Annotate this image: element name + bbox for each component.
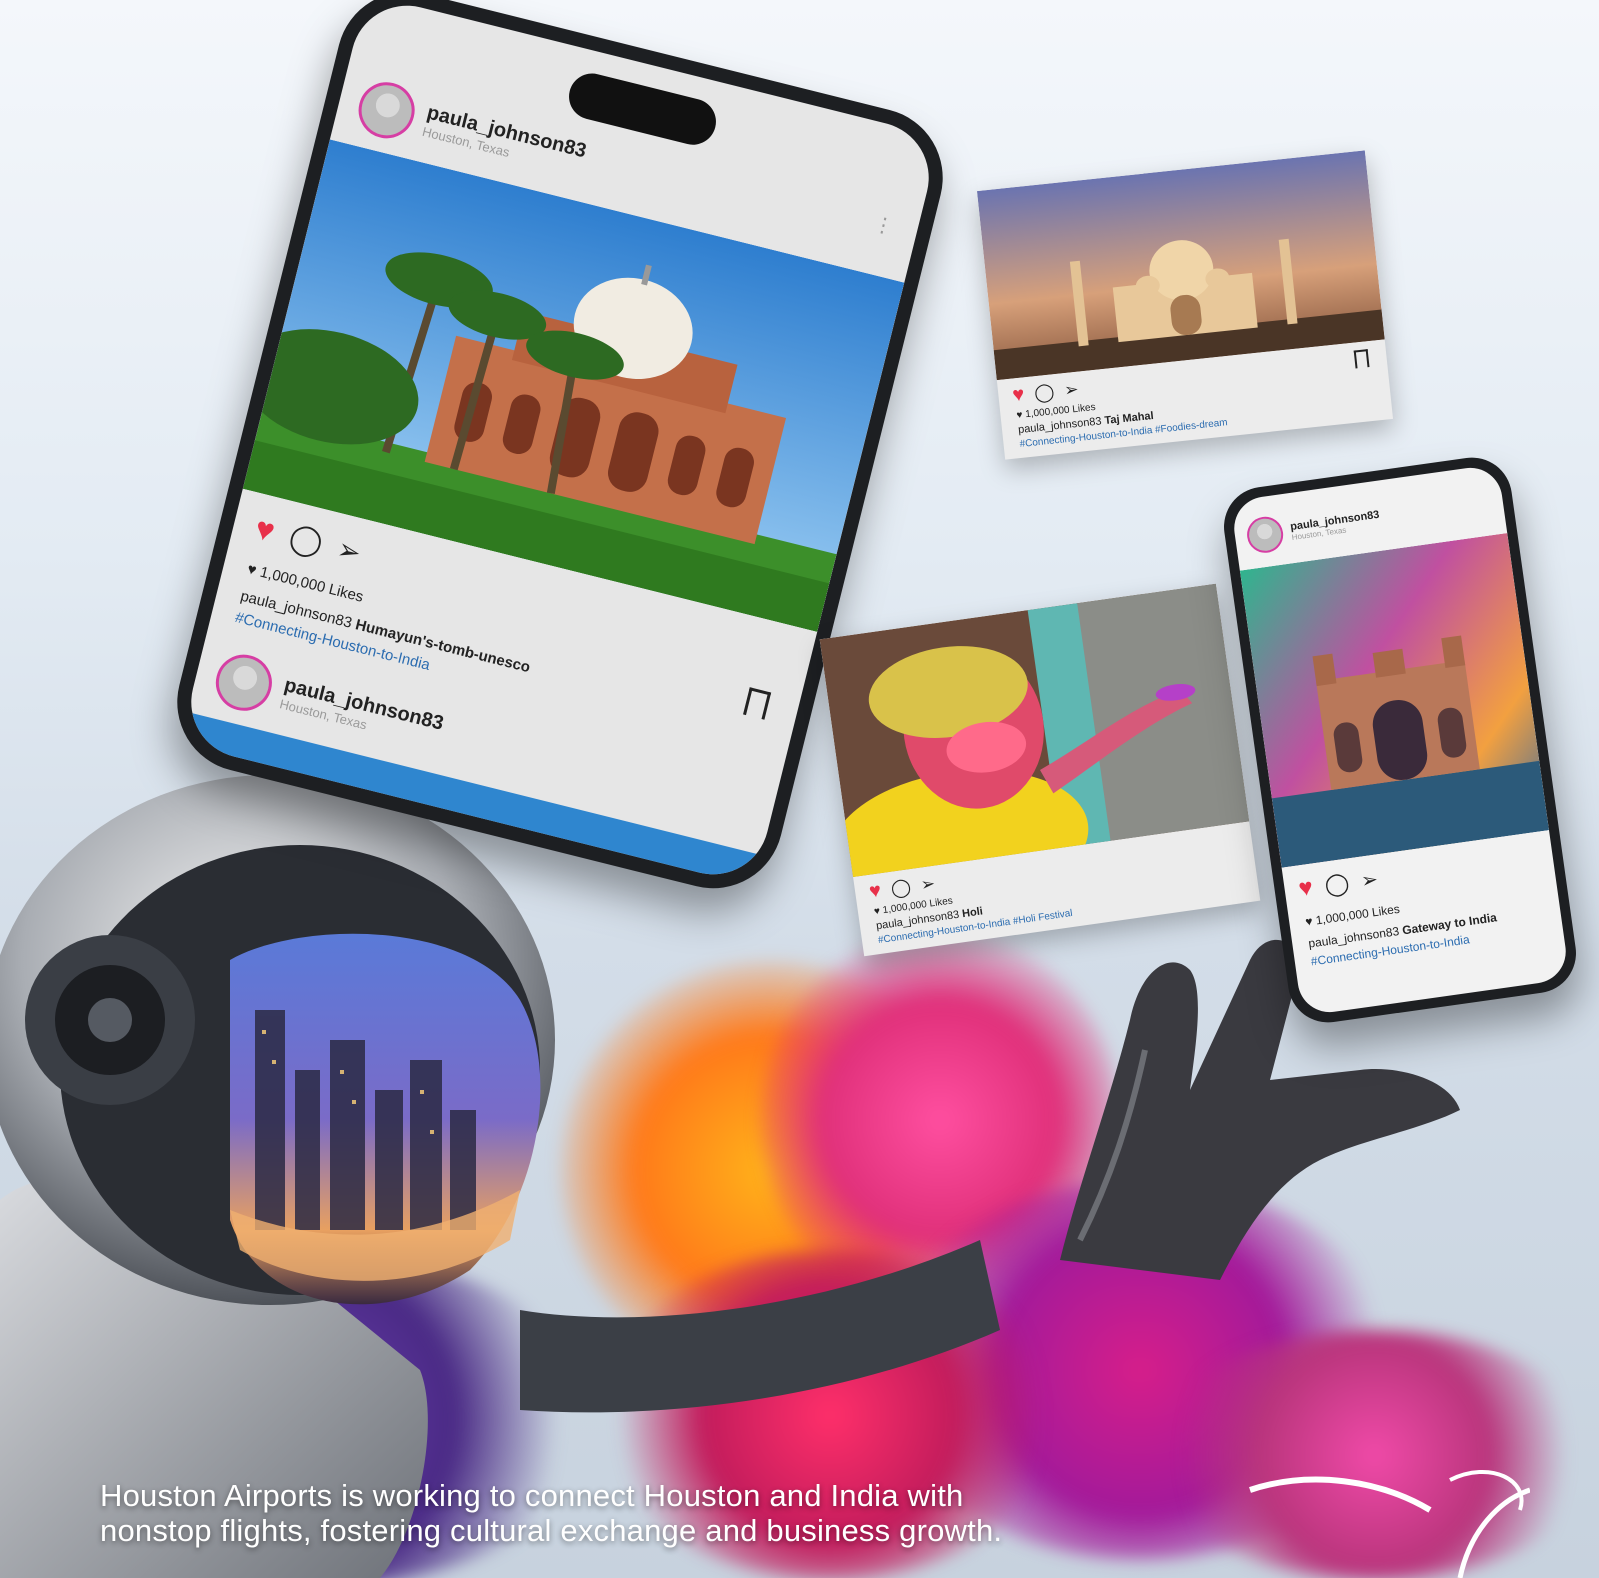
post-card-taj-mahal: ♥ ◯ ➢ ♥ 1,000,000 Likes paula_johnson83 … bbox=[976, 150, 1394, 460]
avatar[interactable] bbox=[1244, 514, 1286, 556]
caption-text: Holi bbox=[961, 905, 984, 921]
swoosh-logo bbox=[1249, 1470, 1530, 1578]
advertisement-scene: paula_johnson83 Houston, Texas ⋮ ♥ ◯ ➢ ♥… bbox=[0, 0, 1599, 1578]
tagline-line-1: Houston Airports is working to connect H… bbox=[100, 1478, 964, 1513]
handheld-phone-screen: paula_johnson83 Houston, Texas ♥ ◯ ➢ ♥ 1… bbox=[1230, 463, 1570, 1017]
likes-text: 1,000,000 Likes bbox=[1314, 901, 1401, 928]
share-icon[interactable]: ➢ bbox=[1359, 866, 1380, 893]
caption-text: Gateway to India bbox=[1401, 910, 1498, 938]
share-icon[interactable]: ➢ bbox=[1063, 379, 1079, 400]
bookmark-icon[interactable] bbox=[1353, 349, 1370, 369]
share-icon[interactable]: ➢ bbox=[334, 532, 365, 570]
more-options-icon[interactable]: ⋮ bbox=[871, 213, 896, 239]
heart-icon[interactable]: ♥ bbox=[1011, 383, 1025, 407]
post-photo-taj-mahal[interactable] bbox=[976, 150, 1385, 381]
avatar[interactable] bbox=[209, 648, 278, 717]
caption-text: Taj Mahal bbox=[1103, 409, 1155, 428]
comment-icon[interactable]: ◯ bbox=[1033, 381, 1055, 404]
avatar[interactable] bbox=[352, 76, 421, 145]
post-actions: ♥ ◯ ➢ bbox=[251, 510, 365, 572]
heart-icon[interactable]: ♥ bbox=[868, 879, 883, 903]
comment-icon[interactable]: ◯ bbox=[286, 519, 327, 561]
post-actions: ♥ ◯ ➢ bbox=[1011, 378, 1079, 408]
comment-icon[interactable]: ◯ bbox=[890, 876, 913, 900]
main-phone-screen: paula_johnson83 Houston, Texas ⋮ ♥ ◯ ➢ ♥… bbox=[179, 0, 941, 887]
heart-icon[interactable]: ♥ bbox=[251, 510, 279, 550]
heart-icon[interactable]: ♥ bbox=[1297, 874, 1315, 904]
bookmark-icon[interactable] bbox=[743, 687, 772, 720]
post-photo-holi[interactable] bbox=[819, 583, 1250, 878]
post-card-holi: ♥ ◯ ➢ ♥ 1,000,000 Likes paula_johnson83 … bbox=[819, 583, 1261, 957]
post-header[interactable]: paula_johnson83 Houston, Texas bbox=[1244, 501, 1383, 556]
post-photo-gateway-of-india[interactable] bbox=[1239, 533, 1549, 868]
share-icon[interactable]: ➢ bbox=[920, 873, 937, 895]
comment-icon[interactable]: ◯ bbox=[1323, 870, 1351, 899]
post-actions: ♥ ◯ ➢ bbox=[1297, 865, 1380, 904]
tagline-line-2: nonstop flights, fostering cultural exch… bbox=[100, 1513, 1003, 1548]
tagline: Houston Airports is working to connect H… bbox=[100, 1478, 1160, 1548]
astronaut-illustration bbox=[0, 775, 1000, 1578]
